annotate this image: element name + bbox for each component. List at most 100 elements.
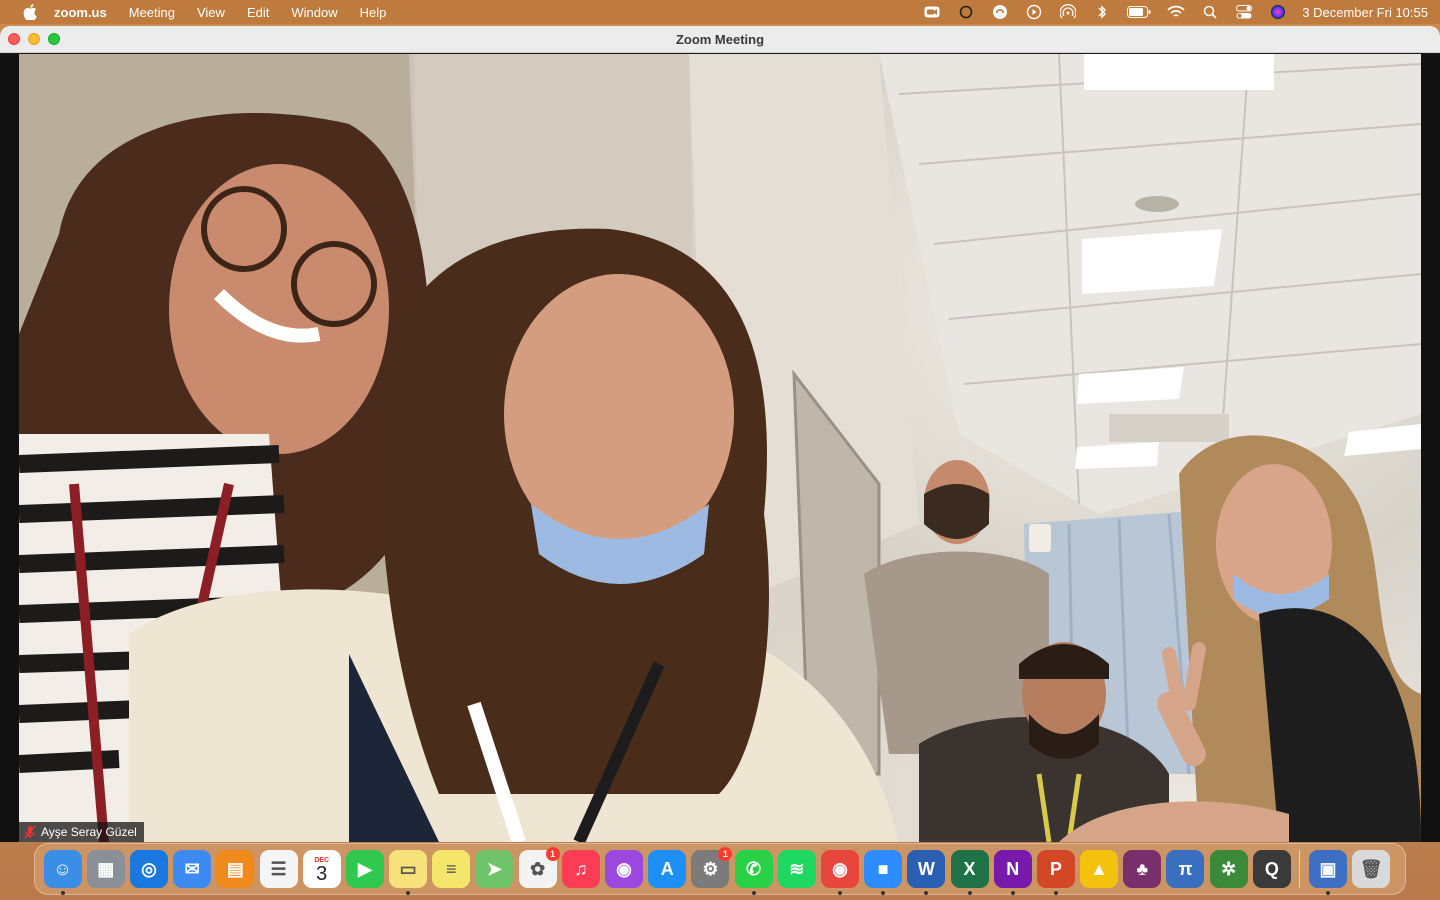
apple-logo-icon[interactable] bbox=[22, 4, 38, 20]
dock-maps-icon[interactable]: ➤ bbox=[475, 850, 514, 888]
menubar-status-area: 3 December Fri 10:55 bbox=[908, 0, 1428, 24]
dock-tree-app-icon[interactable]: ♣ bbox=[1123, 850, 1162, 888]
dock-preview-icon[interactable]: ▣ bbox=[1309, 850, 1348, 895]
ceiling bbox=[879, 54, 1421, 514]
menu-help[interactable]: Help bbox=[360, 5, 387, 20]
dock-mathtype-icon[interactable]: π bbox=[1166, 850, 1205, 888]
mic-muted-icon bbox=[23, 825, 37, 839]
running-indicator bbox=[881, 891, 886, 895]
mathtype-glyph: π bbox=[1178, 858, 1193, 879]
window-titlebar[interactable]: Zoom Meeting bbox=[0, 26, 1440, 53]
dock-mail-icon[interactable]: ✉ bbox=[173, 850, 212, 888]
preview-glyph: ▣ bbox=[1319, 858, 1337, 879]
dock-safari-icon[interactable]: ◎ bbox=[129, 850, 168, 888]
dock-word-icon[interactable]: W bbox=[907, 850, 946, 895]
running-indicator bbox=[406, 891, 411, 895]
finder-glyph: ☺ bbox=[53, 858, 72, 879]
dock-powerpoint-icon[interactable]: P bbox=[1036, 850, 1075, 895]
dock: ☺ ▦ ◎ ✉ ▤ ☰ DEC 3 ▶ ▭ ≡ ➤ ✿ 1 ♫ ◉ A ⚙ 1 ✆ ≋ ◉ ■ W X N P ▲ ♣ π ✲ Q ▣ 🗑 bbox=[34, 843, 1406, 895]
airdrop-icon[interactable] bbox=[1058, 4, 1078, 20]
running-indicator bbox=[60, 891, 65, 895]
dock-zoom-icon[interactable]: ■ bbox=[864, 850, 903, 895]
dock-books-icon[interactable]: ▤ bbox=[216, 850, 255, 888]
dock-onenote-icon[interactable]: N bbox=[993, 850, 1032, 895]
spotify-glyph: ≋ bbox=[789, 858, 805, 879]
menu-view[interactable]: View bbox=[197, 5, 225, 20]
music-glyph: ♫ bbox=[574, 858, 588, 879]
system-preferences-glyph: ⚙ bbox=[702, 858, 719, 879]
running-indicator bbox=[1326, 891, 1331, 895]
dock-excel-icon[interactable]: X bbox=[950, 850, 989, 895]
creative-cloud-icon[interactable] bbox=[990, 4, 1010, 20]
running-indicator bbox=[751, 891, 756, 895]
video-frame-illustration bbox=[19, 54, 1421, 842]
dock-spotify-icon[interactable]: ≋ bbox=[777, 850, 816, 888]
menubar-clock[interactable]: 3 December Fri 10:55 bbox=[1302, 5, 1428, 20]
minimize-window-button[interactable] bbox=[28, 33, 40, 45]
dock-launchpad-icon[interactable]: ▦ bbox=[86, 850, 125, 888]
dock-music-icon[interactable]: ♫ bbox=[561, 850, 600, 888]
podcasts-glyph: ◉ bbox=[616, 858, 632, 879]
participant-video[interactable] bbox=[19, 54, 1421, 842]
menu-meeting[interactable]: Meeting bbox=[129, 5, 175, 20]
dock-molecule-app-icon[interactable]: ✲ bbox=[1209, 850, 1248, 888]
dock-trash-icon[interactable]: 🗑 bbox=[1352, 850, 1391, 888]
reminders-glyph: ☰ bbox=[270, 858, 287, 879]
bluetooth-icon[interactable] bbox=[1092, 4, 1112, 20]
dock-system-preferences-icon[interactable]: ⚙ 1 bbox=[691, 847, 733, 888]
siri-icon[interactable] bbox=[1268, 4, 1288, 20]
launchpad-glyph: ▦ bbox=[97, 858, 115, 879]
dock-reminders-icon[interactable]: ☰ bbox=[259, 850, 298, 888]
excel-glyph: X bbox=[963, 858, 976, 879]
notes-glyph: ▭ bbox=[399, 858, 417, 879]
dock-google-drive-icon[interactable]: ▲ bbox=[1080, 850, 1119, 888]
search-icon[interactable] bbox=[1200, 4, 1220, 20]
menu-window[interactable]: Window bbox=[291, 5, 337, 20]
menu-edit[interactable]: Edit bbox=[247, 5, 269, 20]
whatsapp-glyph: ✆ bbox=[746, 858, 762, 879]
facetime-glyph: ▶ bbox=[357, 858, 372, 879]
photos-glyph: ✿ bbox=[530, 858, 546, 879]
participant-name-tag: Ayşe Seray Güzel bbox=[19, 822, 144, 842]
dock-photos-icon[interactable]: ✿ 1 bbox=[518, 847, 560, 888]
menubar: zoom.us Meeting View Edit Window Help 3 … bbox=[0, 0, 1440, 24]
battery-icon[interactable] bbox=[1126, 4, 1152, 20]
google-drive-glyph: ▲ bbox=[1090, 858, 1108, 879]
control-center-icon[interactable] bbox=[1234, 4, 1254, 20]
zoom-meeting-window: Zoom Meeting Ayşe Seray Güzel bbox=[0, 26, 1440, 842]
video-area: Ayşe Seray Güzel bbox=[0, 54, 1440, 842]
molecule-app-glyph: ✲ bbox=[1221, 858, 1237, 879]
play-icon[interactable] bbox=[1024, 4, 1044, 20]
dock-chrome-icon[interactable]: ◉ bbox=[820, 850, 859, 895]
dock-quicktime-icon[interactable]: Q bbox=[1252, 850, 1291, 888]
zoom-video-icon[interactable] bbox=[922, 4, 942, 20]
dock-calendar-icon[interactable]: DEC 3 bbox=[302, 850, 341, 888]
quicktime-glyph: Q bbox=[1264, 858, 1279, 879]
zoom-window-button[interactable] bbox=[48, 33, 60, 45]
mail-glyph: ✉ bbox=[184, 858, 200, 879]
dock-separator bbox=[1299, 850, 1301, 888]
running-indicator bbox=[1010, 891, 1015, 895]
onenote-glyph: N bbox=[1006, 858, 1020, 879]
app-store-glyph: A bbox=[660, 858, 674, 879]
wifi-icon[interactable] bbox=[1166, 4, 1186, 20]
dock-app-store-icon[interactable]: A bbox=[648, 850, 687, 888]
dock-facetime-icon[interactable]: ▶ bbox=[345, 850, 384, 888]
dock-podcasts-icon[interactable]: ◉ bbox=[605, 850, 644, 888]
participant-name: Ayşe Seray Güzel bbox=[41, 825, 137, 839]
stickies-glyph: ≡ bbox=[446, 858, 457, 879]
circle-icon[interactable] bbox=[956, 4, 976, 20]
running-indicator bbox=[837, 891, 842, 895]
running-indicator bbox=[1053, 891, 1058, 895]
menu-app-name[interactable]: zoom.us bbox=[54, 5, 107, 20]
dock-notes-icon[interactable]: ▭ bbox=[389, 850, 428, 895]
trash-glyph: 🗑 bbox=[1359, 858, 1383, 879]
dock-finder-icon[interactable]: ☺ bbox=[43, 850, 82, 895]
traffic-lights bbox=[8, 33, 68, 45]
books-glyph: ▤ bbox=[226, 858, 244, 879]
close-window-button[interactable] bbox=[8, 33, 20, 45]
dock-stickies-icon[interactable]: ≡ bbox=[432, 850, 471, 888]
tree-app-glyph: ♣ bbox=[1136, 858, 1149, 879]
dock-whatsapp-icon[interactable]: ✆ bbox=[734, 850, 773, 895]
running-indicator bbox=[924, 891, 929, 895]
